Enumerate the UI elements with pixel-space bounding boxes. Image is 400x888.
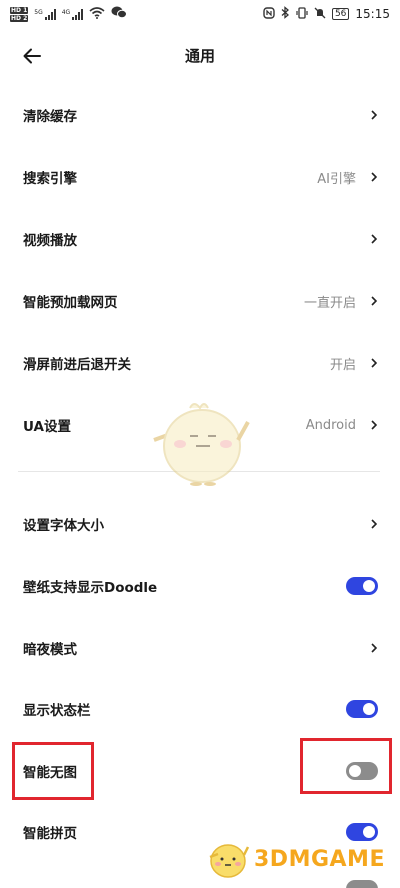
setting-clear-cache[interactable]: 清除缓存 xyxy=(0,84,400,146)
chick-mascot-icon xyxy=(153,403,250,486)
chevron-right-icon xyxy=(370,233,378,245)
hd1-badge: HD 1 xyxy=(10,6,29,14)
setting-label: 清除缓存 xyxy=(23,109,77,125)
setting-label: 智能无图 xyxy=(23,765,77,781)
hd2-badge: HD 2 xyxy=(10,14,29,22)
status-bar-right: 56 15:15 xyxy=(263,6,390,22)
chevron-right-icon xyxy=(370,642,378,654)
wechat-icon xyxy=(111,6,128,22)
setting-font-size[interactable]: 设置字体大小 xyxy=(0,493,400,555)
status-bar: HD 1 HD 2 5G 4G 56 15:15 xyxy=(0,0,400,28)
watermark-text: 3DMGAME xyxy=(254,846,385,872)
signal-2-icon: 4G xyxy=(61,8,84,20)
toggle-knob xyxy=(349,765,361,777)
doodle-toggle[interactable] xyxy=(346,577,378,595)
setting-label: 设置字体大小 xyxy=(23,518,104,534)
signal-1-icon: 5G xyxy=(34,8,56,20)
page-title: 通用 xyxy=(184,47,215,65)
setting-smart-no-image[interactable]: 智能无图 xyxy=(0,740,400,802)
chevron-right-icon xyxy=(370,357,378,369)
mute-bell-icon xyxy=(314,7,326,22)
battery-icon: 56 xyxy=(331,8,350,20)
header: 通用 xyxy=(0,28,400,84)
vibrate-icon xyxy=(296,6,308,22)
setting-label: 显示状态栏 xyxy=(23,703,91,719)
chevron-right-icon xyxy=(370,171,378,183)
clock: 15:15 xyxy=(355,7,390,21)
setting-search-engine[interactable]: 搜索引擎 AI引擎 xyxy=(0,146,400,208)
no-image-toggle[interactable] xyxy=(346,762,378,780)
chevron-right-icon xyxy=(370,109,378,121)
toggle-knob xyxy=(363,580,375,592)
setting-value: 开启 xyxy=(329,357,356,373)
setting-value: 一直开启 xyxy=(303,295,356,311)
status-bar-toggle[interactable] xyxy=(346,700,378,718)
status-bar-left: HD 1 HD 2 5G 4G xyxy=(10,6,128,22)
setting-label: 壁纸支持显示Doodle xyxy=(23,580,158,596)
wifi-icon xyxy=(89,6,105,22)
chick-mascot-icon xyxy=(209,844,250,878)
chevron-right-icon xyxy=(370,419,378,431)
watermark-logo: 3DMGAME xyxy=(206,836,396,882)
setting-video-playback[interactable]: 视频播放 xyxy=(0,208,400,270)
nfc-icon xyxy=(263,6,275,22)
chevron-right-icon xyxy=(370,518,378,530)
hd-indicators: HD 1 HD 2 xyxy=(10,6,29,22)
setting-label: 搜索引擎 xyxy=(23,171,77,187)
setting-night-mode[interactable]: 暗夜模式 xyxy=(0,617,400,679)
arrow-left-icon xyxy=(23,48,41,64)
setting-value: Android xyxy=(305,417,356,433)
network-type-1: 5G xyxy=(34,8,43,16)
chevron-right-icon xyxy=(370,295,378,307)
setting-show-status-bar[interactable]: 显示状态栏 xyxy=(0,678,400,740)
toggle-knob xyxy=(363,703,375,715)
setting-wallpaper-doodle[interactable]: 壁纸支持显示Doodle xyxy=(0,555,400,617)
setting-smart-preload[interactable]: 智能预加载网页 一直开启 xyxy=(0,270,400,332)
setting-label: 暗夜模式 xyxy=(23,642,77,658)
back-button[interactable] xyxy=(18,42,46,70)
setting-label: 滑屏前进后退开关 xyxy=(23,357,131,373)
bluetooth-icon xyxy=(281,6,290,22)
setting-value: AI引擎 xyxy=(317,171,356,187)
setting-label: 智能预加载网页 xyxy=(23,295,118,311)
network-type-2: 4G xyxy=(61,8,71,16)
setting-swipe-navigation[interactable]: 滑屏前进后退开关 开启 xyxy=(0,332,400,394)
setting-label: 视频播放 xyxy=(23,233,77,249)
